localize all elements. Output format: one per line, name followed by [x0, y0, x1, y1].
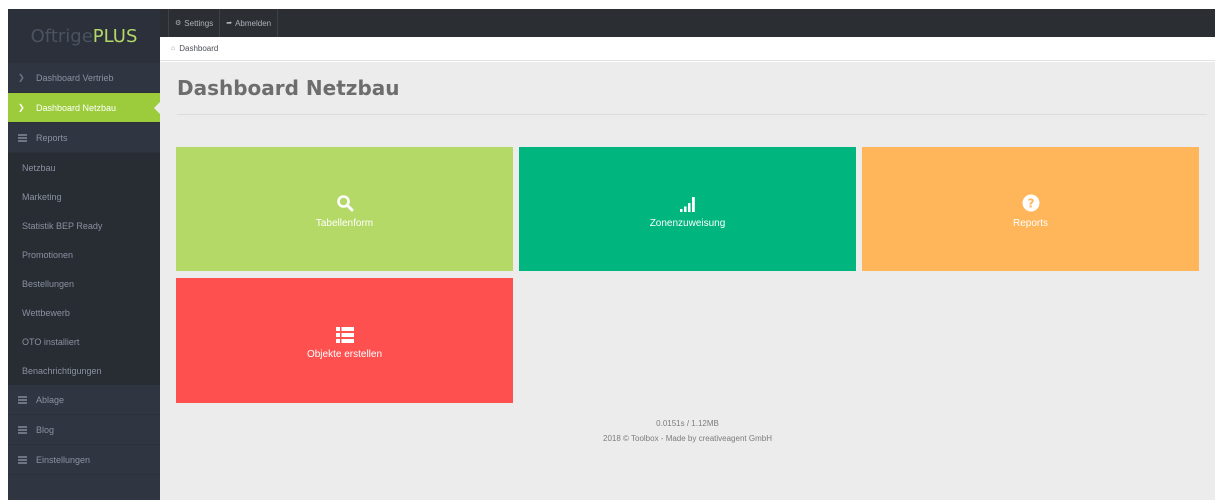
home-icon: ⌂	[171, 45, 176, 52]
footer-stats: 0.0151s / 1.12MB	[656, 419, 719, 428]
settings-button[interactable]: ⚙ Settings	[168, 9, 221, 37]
logout-label: Abmelden	[235, 18, 272, 28]
list-icon	[18, 456, 29, 464]
nav-blog[interactable]: Blog	[8, 415, 160, 445]
tile-zonenzuweisung[interactable]: Zonenzuweisung	[519, 147, 856, 271]
nav-ablage[interactable]: Ablage	[8, 385, 160, 415]
tile-tabellenform[interactable]: Tabellenform	[176, 147, 513, 271]
sidebar-item-marketing[interactable]: Marketing	[8, 182, 160, 211]
share-arrow-icon: ➦	[226, 20, 233, 27]
nav-einstellungen-label: Einstellungen	[36, 454, 91, 465]
brand-name-part1: Oftrige	[30, 25, 93, 47]
sidebar-item-statistik-bep-ready[interactable]: Statistik BEP Ready	[8, 211, 160, 240]
nav-ablage-label: Ablage	[36, 394, 65, 405]
sidebar-item-promotionen[interactable]: Promotionen	[8, 240, 160, 269]
sidebar-item-label: Netzbau	[22, 162, 56, 173]
sidebar-item-label: Statistik BEP Ready	[22, 220, 103, 231]
sidebar-item-label: Marketing	[22, 191, 62, 202]
nav-dashboard-vertrieb-label: Dashboard Vertrieb	[36, 72, 114, 83]
gear-icon: ⚙	[175, 20, 182, 27]
nav-dashboard-netzbau[interactable]: ❯ Dashboard Netzbau	[8, 93, 160, 123]
sidebar-item-label: Benachrichtigungen	[22, 365, 102, 376]
sidebar-item-oto-installiert[interactable]: OTO installiert	[8, 327, 160, 356]
top-bar: ⚙ Settings ➦ Abmelden	[160, 9, 1215, 37]
nav-dashboard-vertrieb[interactable]: ❯ Dashboard Vertrieb	[8, 63, 160, 93]
footer-copyright: 2018 © Toolbox - Made by creativeagent G…	[603, 434, 772, 443]
sidebar: Oftrige PLUS ❯ Dashboard Vertrieb ❯ Dashb…	[8, 9, 160, 500]
page-title: Dashboard Netzbau	[177, 76, 400, 100]
sidebar-item-label: Promotionen	[22, 249, 74, 260]
list-icon	[18, 134, 29, 142]
tile-label: Objekte erstellen	[306, 349, 383, 360]
brand-name-part2: PLUS	[92, 25, 138, 47]
sidebar-item-label: Wettbewerb	[22, 307, 70, 318]
svg-text:?: ?	[1027, 196, 1034, 210]
tile-objekte-erstellen[interactable]: Objekte erstellen	[176, 278, 513, 403]
tile-label: Tabellenform	[315, 217, 374, 229]
tile-label: Zonenzuweisung	[649, 217, 726, 229]
breadcrumb-dashboard[interactable]: Dashboard	[179, 44, 218, 53]
nav-dashboard-netzbau-label: Dashboard Netzbau	[36, 102, 117, 113]
brand-logo[interactable]: Oftrige PLUS	[8, 9, 160, 63]
list-icon	[18, 426, 29, 434]
nav-reports[interactable]: Reports	[8, 123, 160, 153]
nav-einstellungen[interactable]: Einstellungen	[8, 445, 160, 475]
home-icon: ❯	[18, 73, 25, 82]
home-icon: ❯	[18, 103, 25, 112]
nav-blog-label: Blog	[36, 424, 55, 435]
tile-reports[interactable]: ? Reports	[862, 147, 1199, 271]
search-icon	[336, 190, 354, 212]
logout-button[interactable]: ➦ Abmelden	[220, 9, 279, 37]
question-circle-icon: ?	[1022, 190, 1040, 212]
sidebar-item-bestellungen[interactable]: Bestellungen	[8, 269, 160, 298]
settings-label: Settings	[184, 18, 214, 28]
breadcrumb: ⌂ Dashboard	[160, 37, 1215, 61]
title-divider	[177, 114, 1207, 115]
main-content: Dashboard Netzbau Tabellenform Zonenzuwe…	[160, 62, 1215, 500]
tile-label: Reports	[1012, 217, 1048, 229]
signal-bars-icon	[679, 190, 697, 212]
sidebar-item-label: OTO installiert	[22, 336, 80, 347]
sidebar-item-benachrichtigungen[interactable]: Benachrichtigungen	[8, 356, 160, 385]
list-icon	[18, 396, 29, 404]
sidebar-item-netzbau[interactable]: Netzbau	[8, 153, 160, 182]
sidebar-item-label: Bestellungen	[22, 278, 75, 289]
sidebar-item-wettbewerb[interactable]: Wettbewerb	[8, 298, 160, 327]
list-icon	[335, 321, 354, 343]
nav-reports-label: Reports	[36, 132, 68, 143]
